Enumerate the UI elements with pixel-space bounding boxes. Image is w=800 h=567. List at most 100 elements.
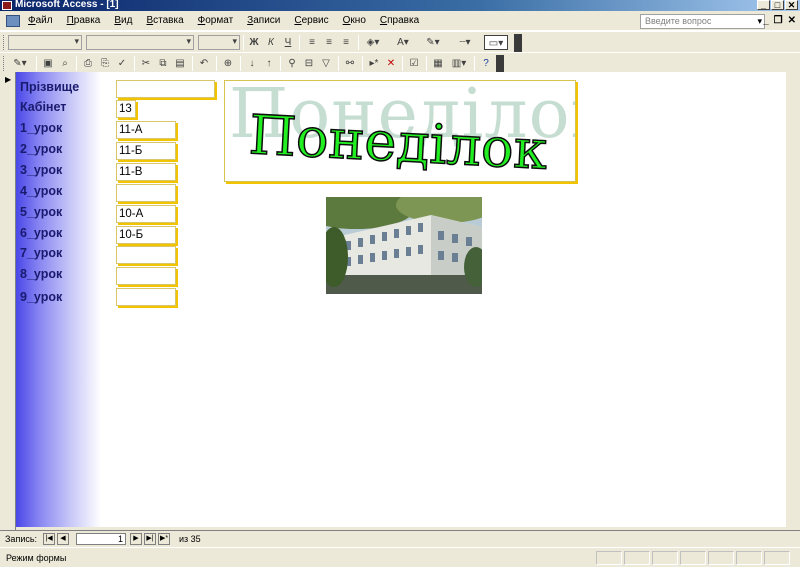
ask-question-input[interactable]: Введите вопрос ▾ bbox=[640, 14, 765, 29]
spelling-icon[interactable]: ✓ bbox=[114, 56, 130, 71]
menu-insert[interactable]: Вставка bbox=[146, 15, 183, 26]
label-lesson-5: 5_урок bbox=[20, 205, 63, 219]
window-title: Microsoft Access - [1] bbox=[15, 0, 119, 10]
special-effect-icon[interactable]: ▭▾ bbox=[484, 35, 508, 50]
lesson-7-field[interactable] bbox=[116, 246, 176, 264]
new-object-icon[interactable]: ▥▾ bbox=[447, 56, 471, 71]
print-preview-icon[interactable]: ⎘ bbox=[97, 56, 113, 71]
line-color-icon[interactable]: ✎▾ bbox=[422, 35, 444, 50]
font-color-icon[interactable]: A▾ bbox=[392, 35, 414, 50]
filter-by-form-icon[interactable]: ⊟ bbox=[301, 56, 317, 71]
title-bar: Microsoft Access - [1] _ □ ✕ bbox=[0, 0, 800, 11]
label-lesson-8: 8_урок bbox=[20, 267, 63, 281]
record-count-of: из bbox=[179, 534, 189, 544]
lesson-9-field[interactable] bbox=[116, 288, 176, 306]
properties-icon[interactable]: ☑ bbox=[406, 56, 422, 71]
font-combo[interactable] bbox=[86, 35, 194, 50]
lesson-1-field[interactable]: 11-А bbox=[116, 121, 176, 139]
lesson-3-field[interactable]: 11-В bbox=[116, 163, 176, 181]
maximize-button[interactable]: □ bbox=[771, 0, 784, 10]
toolbar-grip[interactable] bbox=[3, 56, 6, 71]
underline-icon[interactable]: Ч bbox=[280, 35, 296, 50]
paste-icon[interactable]: ▤ bbox=[172, 56, 188, 71]
line-width-icon[interactable]: ┈▾ bbox=[454, 35, 476, 50]
hyperlink-icon[interactable]: ⊕ bbox=[220, 56, 236, 71]
status-cell bbox=[624, 551, 650, 565]
align-right-icon[interactable]: ≡ bbox=[338, 35, 354, 50]
print-icon[interactable]: ⎙ bbox=[80, 56, 96, 71]
window-controls: _ □ ✕ bbox=[757, 0, 798, 10]
bold-icon[interactable]: Ж bbox=[246, 35, 262, 50]
lesson-2-field[interactable]: 11-Б bbox=[116, 142, 176, 160]
new-record-button[interactable]: ▶* bbox=[158, 533, 170, 545]
fill-color-icon[interactable]: ◈▾ bbox=[362, 35, 384, 50]
next-record-button[interactable]: ▶ bbox=[130, 533, 142, 545]
menu-view[interactable]: Вид bbox=[114, 15, 132, 26]
room-field[interactable]: 13 bbox=[116, 100, 136, 118]
font-size-combo[interactable] bbox=[198, 35, 240, 50]
sort-ascending-icon[interactable]: ↓ bbox=[244, 56, 260, 71]
menu-edit[interactable]: Правка bbox=[67, 15, 101, 26]
menu-file[interactable]: Файл bbox=[28, 15, 53, 26]
object-combo[interactable] bbox=[8, 35, 82, 50]
undo-icon[interactable]: ↶ bbox=[196, 56, 212, 71]
status-bar: Режим формы bbox=[0, 547, 800, 567]
copy-icon[interactable]: ⧉ bbox=[155, 56, 171, 71]
close-button[interactable]: ✕ bbox=[785, 0, 798, 10]
menu-tools[interactable]: Сервис bbox=[294, 15, 328, 26]
status-cell bbox=[708, 551, 734, 565]
toolbar-separator bbox=[474, 56, 475, 71]
form-icon[interactable] bbox=[6, 15, 20, 27]
doc-restore-button[interactable]: ❐ bbox=[774, 15, 783, 26]
lesson-4-field[interactable] bbox=[116, 184, 176, 202]
doc-close-button[interactable]: ✕ bbox=[788, 15, 796, 26]
menu-help[interactable]: Справка bbox=[380, 15, 419, 26]
record-number-input[interactable]: 1 bbox=[76, 533, 126, 545]
minimize-button[interactable]: _ bbox=[757, 0, 770, 10]
status-text: Режим формы bbox=[6, 553, 67, 563]
label-lesson-6: 6_урок bbox=[20, 226, 63, 240]
first-record-button[interactable]: |◀ bbox=[43, 533, 55, 545]
lesson-8-field[interactable] bbox=[116, 267, 176, 285]
surname-field[interactable] bbox=[116, 80, 215, 98]
toolbar-separator bbox=[280, 56, 281, 71]
toolbar-separator bbox=[338, 56, 339, 71]
form-title-box: Понеділок Понеділок bbox=[224, 80, 576, 182]
previous-record-button[interactable]: ◀ bbox=[57, 533, 69, 545]
formatting-toolbar: Ж К Ч ≡ ≡ ≡ ◈▾ A▾ ✎▾ ┈▾ ▭▾ bbox=[0, 31, 800, 53]
toolbar-overflow[interactable] bbox=[496, 55, 504, 73]
last-record-button[interactable]: ▶| bbox=[144, 533, 156, 545]
status-cell bbox=[680, 551, 706, 565]
help-icon[interactable]: ? bbox=[478, 56, 494, 71]
find-icon[interactable]: ⚯ bbox=[342, 56, 358, 71]
chevron-down-icon[interactable]: ▾ bbox=[757, 15, 762, 28]
label-surname: Прізвище bbox=[20, 80, 80, 94]
italic-icon[interactable]: К bbox=[263, 35, 279, 50]
lesson-5-field[interactable]: 10-А bbox=[116, 205, 176, 223]
cut-icon[interactable]: ✂ bbox=[138, 56, 154, 71]
access-app-icon[interactable] bbox=[2, 1, 12, 10]
school-building-photo bbox=[326, 197, 482, 294]
filter-by-selection-icon[interactable]: ⚲ bbox=[284, 56, 300, 71]
save-icon[interactable]: ▣ bbox=[40, 56, 56, 71]
toolbar-overflow[interactable] bbox=[514, 34, 522, 52]
align-center-icon[interactable]: ≡ bbox=[321, 35, 337, 50]
menu-window[interactable]: Окно bbox=[343, 15, 366, 26]
view-icon[interactable]: ✎▾ bbox=[8, 56, 32, 71]
record-navigation-bar: Запись: |◀ ◀ 1 ▶ ▶| ▶* из 35 bbox=[0, 530, 800, 547]
document-controls: _ ❐ ✕ bbox=[763, 15, 796, 26]
menu-records[interactable]: Записи bbox=[247, 15, 280, 26]
new-record-icon[interactable]: ▸* bbox=[366, 56, 382, 71]
menu-format[interactable]: Формат bbox=[198, 15, 234, 26]
align-left-icon[interactable]: ≡ bbox=[304, 35, 320, 50]
lesson-6-field[interactable]: 10-Б bbox=[116, 226, 176, 244]
search-icon[interactable]: ⌕ bbox=[57, 56, 73, 71]
toolbar-separator bbox=[358, 35, 359, 50]
delete-record-icon[interactable]: ✕ bbox=[383, 56, 399, 71]
sort-descending-icon[interactable]: ↑ bbox=[261, 56, 277, 71]
doc-minimize-button[interactable]: _ bbox=[763, 15, 769, 26]
database-window-icon[interactable]: ▦ bbox=[430, 56, 446, 71]
toolbar-grip[interactable] bbox=[3, 35, 6, 50]
record-selector[interactable]: ▶ bbox=[0, 72, 16, 530]
apply-filter-icon[interactable]: ▽ bbox=[318, 56, 334, 71]
